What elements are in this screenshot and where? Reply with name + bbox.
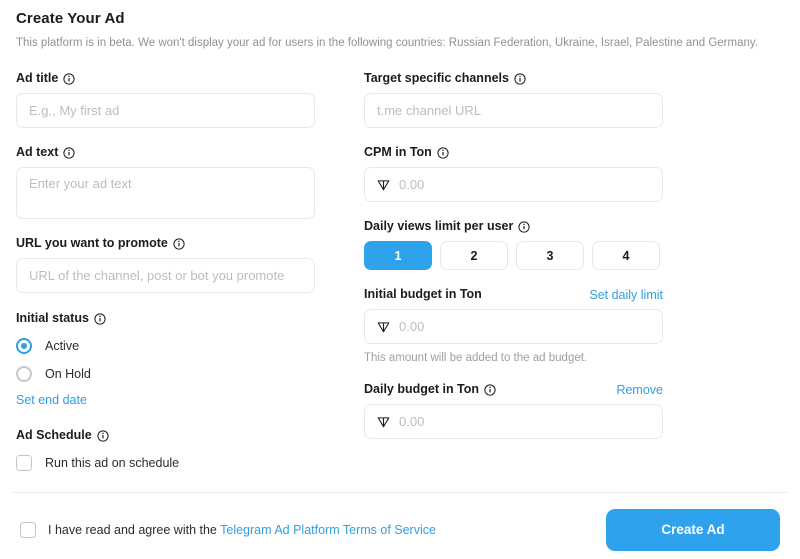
remove-daily-budget-link[interactable]: Remove	[616, 383, 663, 397]
ad-text-textarea[interactable]: Enter your ad text	[16, 167, 315, 219]
field-ad-text: Ad text Enter your ad text	[16, 145, 315, 219]
daily-budget-input[interactable]: 0.00	[364, 404, 663, 439]
field-initial-status: Initial status Active On Hold Set end da…	[16, 311, 315, 409]
daily-budget-label-row: Daily budget in Ton Remove	[364, 382, 663, 397]
ton-icon	[377, 178, 390, 191]
initial-budget-placeholder: 0.00	[399, 319, 425, 334]
initial-budget-label-text: Initial budget in Ton	[364, 287, 482, 301]
radio-active-indicator	[16, 338, 32, 354]
info-circle-icon[interactable]	[173, 237, 185, 250]
daily-views-option-1[interactable]: 1	[364, 241, 432, 270]
terms-text: I have read and agree with the Telegram …	[48, 523, 436, 537]
ad-title-label: Ad title	[16, 71, 75, 86]
info-circle-icon[interactable]	[63, 72, 75, 85]
form-columns: Ad title E.g., My first ad Ad text Enter…	[0, 71, 800, 493]
daily-views-option-3[interactable]: 3	[516, 241, 584, 270]
footer-divider	[12, 492, 788, 493]
target-channels-label-text: Target specific channels	[364, 71, 509, 85]
ad-text-placeholder: Enter your ad text	[29, 176, 132, 191]
ad-title-input[interactable]: E.g., My first ad	[16, 93, 315, 128]
field-daily-views-limit: Daily views limit per user 1 2 3 4	[364, 219, 663, 270]
field-initial-budget: Initial budget in Ton Set daily limit 0.…	[364, 287, 663, 365]
info-circle-icon[interactable]	[484, 383, 496, 396]
page-subtitle: This platform is in beta. We won't displ…	[16, 37, 758, 49]
initial-budget-label-row: Initial budget in Ton Set daily limit	[364, 287, 663, 302]
radio-on-hold-label: On Hold	[45, 367, 91, 381]
daily-views-limit-label: Daily views limit per user	[364, 219, 530, 234]
initial-budget-label: Initial budget in Ton	[364, 287, 482, 302]
create-ad-button[interactable]: Create Ad	[606, 508, 780, 551]
target-channels-label: Target specific channels	[364, 71, 526, 86]
promote-url-label: URL you want to promote	[16, 236, 185, 251]
target-channels-label-row: Target specific channels	[364, 71, 663, 86]
right-column: Target specific channels t.me channel UR…	[364, 71, 663, 493]
ton-icon	[377, 320, 390, 333]
cpm-placeholder: 0.00	[399, 177, 425, 192]
cpm-input[interactable]: 0.00	[364, 167, 663, 202]
footer: I have read and agree with the Telegram …	[0, 500, 800, 559]
terms-prefix: I have read and agree with the	[48, 522, 217, 537]
info-circle-icon[interactable]	[94, 312, 106, 325]
field-ad-schedule: Ad Schedule Run this ad on schedule	[16, 428, 315, 476]
daily-views-limit-segmented: 1 2 3 4	[364, 241, 663, 270]
cpm-label-row: CPM in Ton	[364, 145, 663, 160]
daily-budget-label: Daily budget in Ton	[364, 382, 496, 397]
ad-schedule-label: Ad Schedule	[16, 428, 109, 443]
left-column: Ad title E.g., My first ad Ad text Enter…	[16, 71, 315, 493]
initial-budget-input[interactable]: 0.00	[364, 309, 663, 344]
info-circle-icon[interactable]	[514, 72, 526, 85]
info-circle-icon[interactable]	[437, 146, 449, 159]
daily-views-option-4[interactable]: 4	[592, 241, 660, 270]
daily-budget-placeholder: 0.00	[399, 414, 425, 429]
initial-status-label: Initial status	[16, 311, 106, 326]
target-channels-placeholder: t.me channel URL	[377, 103, 482, 118]
radio-on-hold-indicator	[16, 366, 32, 382]
page-header: Create Your Ad This platform is in beta.…	[0, 0, 800, 50]
promote-url-input[interactable]: URL of the channel, post or bot you prom…	[16, 258, 315, 293]
cpm-label: CPM in Ton	[364, 145, 449, 160]
ad-schedule-label-row: Ad Schedule	[16, 428, 315, 443]
daily-views-option-2[interactable]: 2	[440, 241, 508, 270]
page-title: Create Your Ad	[16, 10, 125, 27]
ad-title-placeholder: E.g., My first ad	[29, 103, 120, 118]
ad-text-label-text: Ad text	[16, 145, 59, 159]
initial-status-label-text: Initial status	[16, 311, 89, 325]
initial-budget-hint: This amount will be added to the ad budg…	[364, 352, 588, 364]
daily-budget-label-text: Daily budget in Ton	[364, 382, 480, 396]
daily-views-limit-label-row: Daily views limit per user	[364, 219, 663, 234]
ad-schedule-label-text: Ad Schedule	[16, 428, 92, 442]
set-end-date-link[interactable]: Set end date	[16, 393, 87, 407]
ad-text-label-row: Ad text	[16, 145, 315, 160]
radio-option-on-hold[interactable]: On Hold	[16, 361, 315, 387]
info-circle-icon[interactable]	[63, 146, 75, 159]
terms-checkbox[interactable]	[20, 521, 36, 538]
set-daily-limit-link[interactable]: Set daily limit	[589, 288, 663, 302]
info-circle-icon[interactable]	[518, 220, 530, 233]
field-cpm: CPM in Ton 0.00	[364, 145, 663, 202]
run-on-schedule-checkbox-box	[16, 455, 32, 471]
target-channels-input[interactable]: t.me channel URL	[364, 93, 663, 128]
initial-status-label-row: Initial status	[16, 311, 315, 326]
promote-url-label-text: URL you want to promote	[16, 236, 168, 250]
radio-option-active[interactable]: Active	[16, 333, 315, 359]
promote-url-placeholder: URL of the channel, post or bot you prom…	[29, 268, 285, 283]
radio-active-label: Active	[45, 339, 80, 353]
daily-views-limit-label-text: Daily views limit per user	[364, 219, 514, 233]
ad-title-label-row: Ad title	[16, 71, 315, 86]
info-circle-icon[interactable]	[97, 429, 109, 442]
run-on-schedule-label: Run this ad on schedule	[45, 456, 180, 470]
terms-agreement-row[interactable]: I have read and agree with the Telegram …	[20, 521, 436, 538]
ton-icon	[377, 415, 390, 428]
ad-title-label-text: Ad title	[16, 71, 59, 85]
promote-url-label-row: URL you want to promote	[16, 236, 315, 251]
ad-text-label: Ad text	[16, 145, 75, 160]
checkbox-run-on-schedule[interactable]: Run this ad on schedule	[16, 450, 315, 476]
field-daily-budget: Daily budget in Ton Remove 0.00	[364, 382, 663, 439]
field-ad-title: Ad title E.g., My first ad	[16, 71, 315, 128]
cpm-label-text: CPM in Ton	[364, 145, 432, 159]
terms-of-service-link[interactable]: Telegram Ad Platform Terms of Service	[220, 523, 436, 537]
field-promote-url: URL you want to promote URL of the chann…	[16, 236, 315, 293]
field-target-channels: Target specific channels t.me channel UR…	[364, 71, 663, 128]
